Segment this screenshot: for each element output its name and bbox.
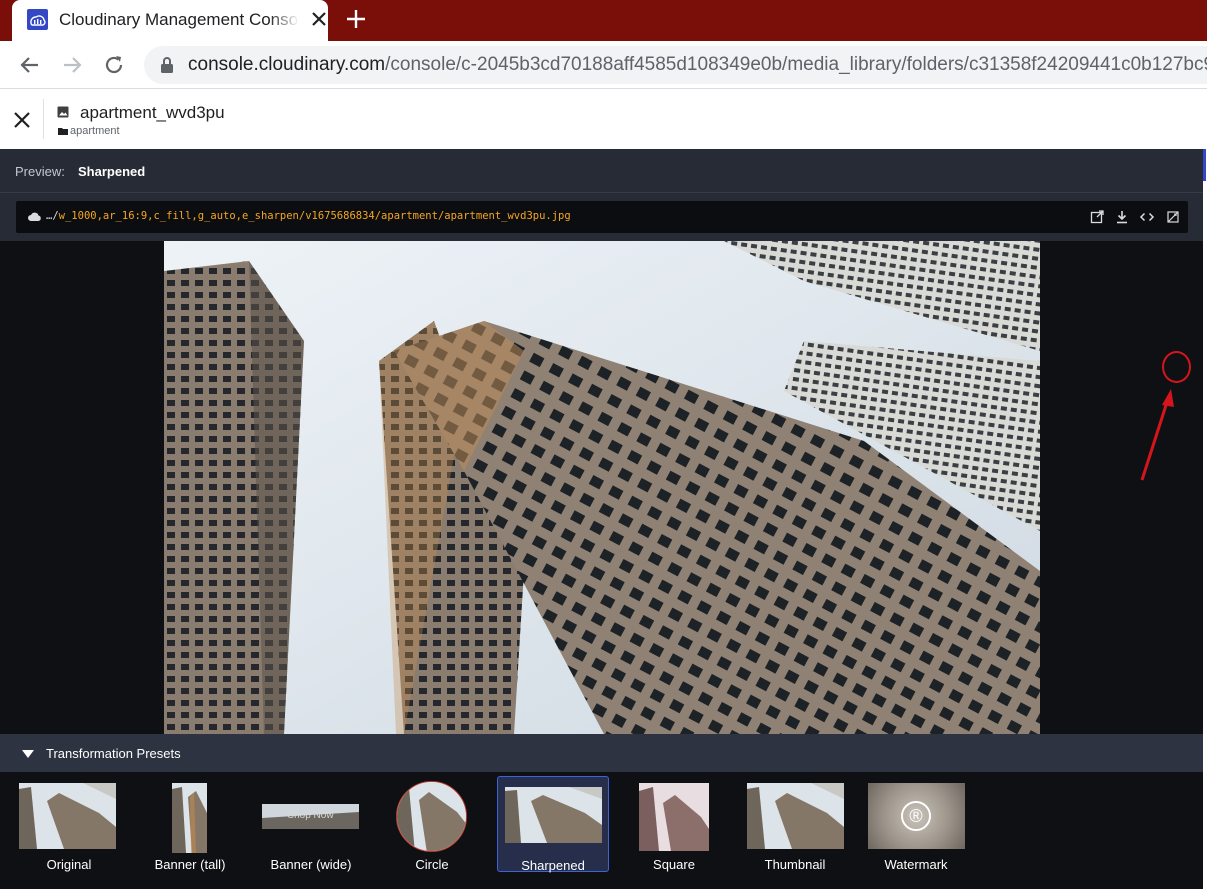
tab-title: Cloudinary Management Console	[59, 10, 299, 30]
close-icon[interactable]	[12, 110, 32, 130]
preset-banner-tall[interactable]: Banner (tall)	[134, 776, 246, 872]
preset-thumbnail-image	[747, 783, 844, 849]
header-divider	[43, 99, 44, 139]
preview-preset-name: Sharpened	[78, 164, 146, 179]
preset-label: Thumbnail	[764, 857, 826, 872]
preset-square[interactable]: Square	[618, 776, 730, 872]
presets-header[interactable]: Transformation Presets	[0, 734, 1203, 772]
open-in-new-tab-icon[interactable]	[1089, 209, 1105, 225]
embed-code-icon[interactable]	[1139, 209, 1155, 225]
new-tab-icon[interactable]	[345, 8, 367, 30]
preset-label: Square	[653, 857, 695, 872]
presets-title: Transformation Presets	[46, 746, 181, 761]
preset-label: Original	[46, 857, 92, 872]
preset-label: Circle	[415, 857, 449, 872]
address-bar[interactable]: console.cloudinary.com/console/c-2045b3c…	[144, 46, 1207, 84]
image-icon	[57, 106, 69, 118]
download-icon[interactable]	[1114, 209, 1130, 225]
forward-arrow-icon[interactable]	[60, 53, 84, 77]
preset-thumbnail	[639, 783, 709, 851]
asset-header: apartment_wvd3pu apartment	[0, 89, 1207, 149]
reload-icon[interactable]	[102, 53, 126, 77]
folder-icon	[58, 128, 68, 135]
preset-label: Banner (tall)	[154, 857, 226, 872]
registered-mark-icon: ®	[901, 801, 931, 831]
preview-label: Preview:	[15, 164, 65, 179]
url-text: console.cloudinary.com/console/c-2045b3c…	[188, 54, 1207, 76]
preset-thumbnail	[172, 783, 207, 853]
preset-label: Sharpened	[521, 858, 585, 873]
annotation-arrow-icon	[1140, 389, 1174, 481]
preset-watermark[interactable]: ® Watermark	[860, 776, 972, 872]
preset-overlay-text: Shop Now	[287, 810, 334, 821]
preview-image	[164, 241, 1040, 734]
preset-circle[interactable]: Circle	[376, 776, 488, 872]
side-panel-edge	[1203, 149, 1207, 889]
browser-toolbar: console.cloudinary.com/console/c-2045b3c…	[0, 41, 1207, 89]
preset-label: Watermark	[884, 857, 948, 872]
compare-icon[interactable]	[1165, 209, 1181, 225]
preset-thumbnail	[396, 781, 467, 852]
preset-thumbnail	[505, 787, 602, 843]
delivery-url[interactable]: …/w_1000,ar_16:9,c_fill,g_auto,e_sharpen…	[46, 210, 571, 222]
preset-original[interactable]: Original	[13, 776, 125, 872]
browser-tab-bar: Cloudinary Management Console	[0, 0, 1207, 41]
caret-down-icon[interactable]	[22, 750, 34, 758]
url-host: console.cloudinary.com	[188, 54, 386, 75]
preset-thumbnail: Shop Now	[262, 804, 359, 829]
folder-link[interactable]: apartment	[70, 125, 120, 137]
preset-thumbnail: ®	[868, 783, 965, 849]
presets-row: Original Banner (tall) Shop Now Banner (…	[0, 772, 1203, 889]
preset-banner-wide[interactable]: Shop Now Banner (wide)	[255, 776, 367, 872]
preset-thumbnail	[19, 783, 116, 849]
delivery-url-bar-wrap: …/w_1000,ar_16:9,c_fill,g_auto,e_sharpen…	[0, 193, 1203, 241]
preset-label: Banner (wide)	[270, 857, 352, 872]
url-path: /console/c-2045b3cd70188aff4585d108349e0…	[385, 54, 1207, 75]
back-arrow-icon[interactable]	[18, 53, 42, 77]
tab-close-icon[interactable]	[309, 9, 329, 29]
delivery-url-bar: …/w_1000,ar_16:9,c_fill,g_auto,e_sharpen…	[16, 201, 1188, 233]
asset-title: apartment_wvd3pu	[80, 103, 225, 122]
cloudinary-logo-icon	[27, 9, 48, 30]
preset-thumbnail[interactable]: Thumbnail	[739, 776, 851, 872]
preview-pane: Preview: Sharpened …/w_1000,ar_16:9,c_fi…	[0, 149, 1203, 889]
lock-icon	[161, 57, 173, 73]
annotation-circle	[1162, 351, 1191, 383]
preview-bar: Preview: Sharpened	[0, 149, 1203, 193]
browser-tab[interactable]: Cloudinary Management Console	[12, 0, 328, 41]
cloud-icon	[28, 212, 41, 221]
preset-sharpened[interactable]: Sharpened	[497, 776, 609, 873]
